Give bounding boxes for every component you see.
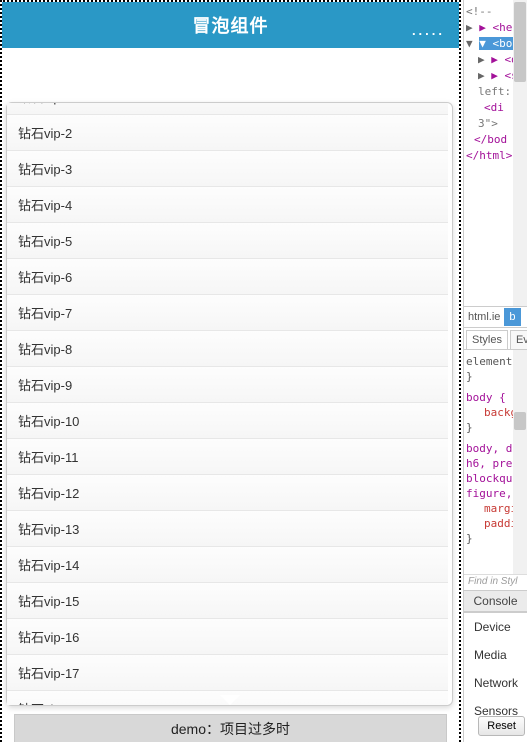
dom-scrollbar[interactable] xyxy=(513,0,527,306)
list-item[interactable]: 钻石vip-8 xyxy=(7,331,448,367)
css-selector[interactable]: body, div xyxy=(466,441,511,456)
console-drawer-tab[interactable]: Console xyxy=(464,590,527,612)
devtools-panel: <!-- ▶ ▶ <head ▼ ▼ <body ▶ ▶ <di ▶ ▶ <se… xyxy=(463,0,527,742)
css-property[interactable]: margin xyxy=(466,501,511,516)
css-selector[interactable]: body { xyxy=(466,390,511,405)
dom-line[interactable]: </html> xyxy=(466,149,512,162)
list-item[interactable]: 钻石vip-6 xyxy=(7,259,448,295)
list-item[interactable]: 钻石vip-4 xyxy=(7,187,448,223)
list-item[interactable]: 钻石vip-2 xyxy=(7,115,448,151)
list-item[interactable]: 钻石vip-3 xyxy=(7,151,448,187)
styles-scrollbar-thumb[interactable] xyxy=(514,412,526,430)
find-in-styles-input[interactable]: Find in Styl xyxy=(464,574,527,590)
app-viewport: 冒泡组件 ..... 钻石vip-1钻石vip-2钻石vip-3钻石vip-4钻… xyxy=(0,0,461,742)
list-item[interactable]: 钻石vip-5 xyxy=(7,223,448,259)
popover-scroll-list[interactable]: 钻石vip-1钻石vip-2钻石vip-3钻石vip-4钻石vip-5钻石vip… xyxy=(7,103,448,705)
emulation-drawer: Device Media Network Sensors Reset xyxy=(464,612,527,742)
css-line: } xyxy=(466,420,511,435)
css-line: } xyxy=(466,531,511,546)
dom-line[interactable]: </bod xyxy=(474,133,507,146)
styles-tabs: Styles Ev xyxy=(464,328,527,350)
dom-line[interactable]: left: xyxy=(478,85,511,98)
list-item[interactable]: 钻石vip-14 xyxy=(7,547,448,583)
list-item[interactable]: 钻石vip-7 xyxy=(7,295,448,331)
bubble-popover: 钻石vip-1钻石vip-2钻石vip-3钻石vip-4钻石vip-5钻石vip… xyxy=(6,102,453,706)
list-item[interactable]: 钻石vip-12 xyxy=(7,475,448,511)
css-property[interactable]: backgro xyxy=(466,405,511,420)
list-item[interactable]: 钻石vip-1 xyxy=(7,103,448,115)
demo-button[interactable]: demo：项目过多时 xyxy=(14,714,447,742)
list-item[interactable]: 钻石vip-16 xyxy=(7,619,448,655)
emulation-device[interactable]: Device xyxy=(464,613,527,641)
list-item[interactable]: 钻石vip-10 xyxy=(7,403,448,439)
emulation-network[interactable]: Network xyxy=(464,669,527,697)
breadcrumb: html.ie b xyxy=(464,306,527,328)
breadcrumb-item[interactable]: html.ie xyxy=(464,308,504,326)
dom-line[interactable]: <!-- xyxy=(466,5,493,18)
css-property[interactable]: padding xyxy=(466,516,511,531)
page-title: 冒泡组件 xyxy=(193,12,269,38)
dom-line[interactable]: <di xyxy=(484,101,504,114)
list-item[interactable]: 钻石vip-17 xyxy=(7,655,448,691)
list-item[interactable]: 钻石vip-15 xyxy=(7,583,448,619)
top-bar: 冒泡组件 ..... xyxy=(2,2,459,48)
list-item[interactable]: 钻石vip-13 xyxy=(7,511,448,547)
list-item[interactable]: 钻石vip-9 xyxy=(7,367,448,403)
tab-styles[interactable]: Styles xyxy=(466,330,508,349)
emulation-media[interactable]: Media xyxy=(464,641,527,669)
styles-scrollbar[interactable] xyxy=(513,350,527,574)
dom-line[interactable]: 3"> xyxy=(478,117,498,130)
tab-eventlisteners[interactable]: Ev xyxy=(510,330,527,349)
css-line: } xyxy=(466,369,511,384)
breadcrumb-item-active[interactable]: b xyxy=(504,308,520,326)
css-selector[interactable]: blockquot xyxy=(466,471,511,486)
list-item[interactable]: 钻石vip-18 xyxy=(7,691,448,705)
css-line[interactable]: element.s xyxy=(466,354,511,369)
reset-button[interactable]: Reset xyxy=(478,716,525,736)
css-selector[interactable]: h6, pre, xyxy=(466,456,511,471)
dom-scrollbar-thumb[interactable] xyxy=(514,2,526,82)
list-item[interactable]: 钻石vip-11 xyxy=(7,439,448,475)
css-selector[interactable]: figure, f xyxy=(466,486,511,501)
styles-pane[interactable]: element.s } body { backgro } body, div h… xyxy=(464,350,513,574)
overflow-menu-icon[interactable]: ..... xyxy=(412,23,445,38)
